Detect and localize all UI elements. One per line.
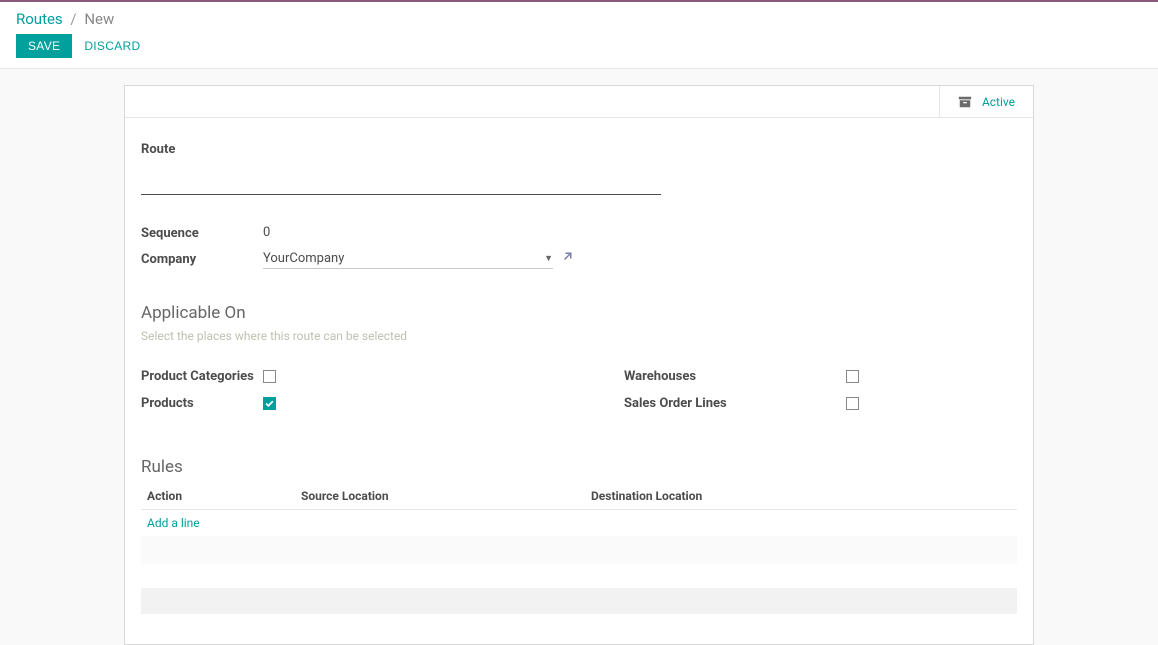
route-name-input[interactable] (141, 165, 661, 195)
applicable-col-left: Product Categories Products (141, 369, 534, 423)
rules-table-body (141, 536, 1017, 564)
col-destination: Destination Location (591, 489, 1017, 503)
chevron-down-icon: ▼ (544, 253, 553, 264)
product-categories-label: Product Categories (141, 369, 263, 384)
sheet-body: Route Sequence 0 Company YourCompany ▼ A… (125, 118, 1033, 644)
company-select[interactable]: YourCompany ▼ (263, 249, 553, 269)
product-categories-row: Product Categories (141, 369, 534, 384)
route-field-label: Route (141, 142, 1017, 157)
col-source: Source Location (301, 489, 591, 503)
rules-table: Action Source Location Destination Locat… (141, 483, 1017, 564)
rules-title: Rules (141, 457, 1017, 477)
sequence-label: Sequence (141, 226, 263, 241)
products-checkbox[interactable] (263, 397, 276, 410)
breadcrumb: Routes / New (16, 10, 1142, 28)
page-header: Routes / New SAVE DISCARD (0, 2, 1158, 69)
sales-order-lines-label: Sales Order Lines (624, 396, 846, 411)
sheet-stat-bar: Active (125, 86, 1033, 118)
save-button[interactable]: SAVE (16, 34, 72, 58)
active-label: Active (982, 95, 1015, 109)
header-actions: SAVE DISCARD (16, 34, 1142, 58)
warehouses-row: Warehouses (624, 369, 1017, 384)
company-value: YourCompany (263, 251, 344, 266)
external-link-icon[interactable] (561, 251, 573, 267)
applicable-columns: Product Categories Products Ware (141, 369, 1017, 423)
company-label: Company (141, 252, 263, 267)
rules-footer-bar (141, 588, 1017, 614)
products-label: Products (141, 396, 263, 411)
discard-button[interactable]: DISCARD (84, 39, 140, 53)
applicable-col-right: Warehouses Sales Order Lines (624, 369, 1017, 423)
active-toggle-button[interactable]: Active (939, 86, 1033, 117)
products-row: Products (141, 396, 534, 411)
sales-order-lines-checkbox[interactable] (846, 397, 859, 410)
product-categories-checkbox[interactable] (263, 370, 276, 383)
sales-order-lines-row: Sales Order Lines (624, 396, 1017, 411)
add-line-button[interactable]: Add a line (141, 510, 1017, 536)
rules-table-header: Action Source Location Destination Locat… (141, 483, 1017, 510)
warehouses-checkbox[interactable] (846, 370, 859, 383)
applicable-on-hint: Select the places where this route can b… (141, 329, 1017, 343)
warehouses-label: Warehouses (624, 369, 846, 384)
applicable-on-title: Applicable On (141, 303, 1017, 323)
breadcrumb-root[interactable]: Routes (16, 10, 63, 28)
breadcrumb-current: New (84, 10, 114, 28)
breadcrumb-sep: / (70, 10, 76, 28)
archive-icon (958, 95, 972, 109)
form-sheet: Active Route Sequence 0 Company YourComp… (124, 85, 1034, 645)
col-action: Action (141, 489, 301, 503)
sequence-value[interactable]: 0 (263, 223, 553, 243)
company-row: Company YourCompany ▼ (141, 249, 1017, 269)
content-wrap: Active Route Sequence 0 Company YourComp… (0, 69, 1158, 645)
sequence-row: Sequence 0 (141, 223, 1017, 243)
